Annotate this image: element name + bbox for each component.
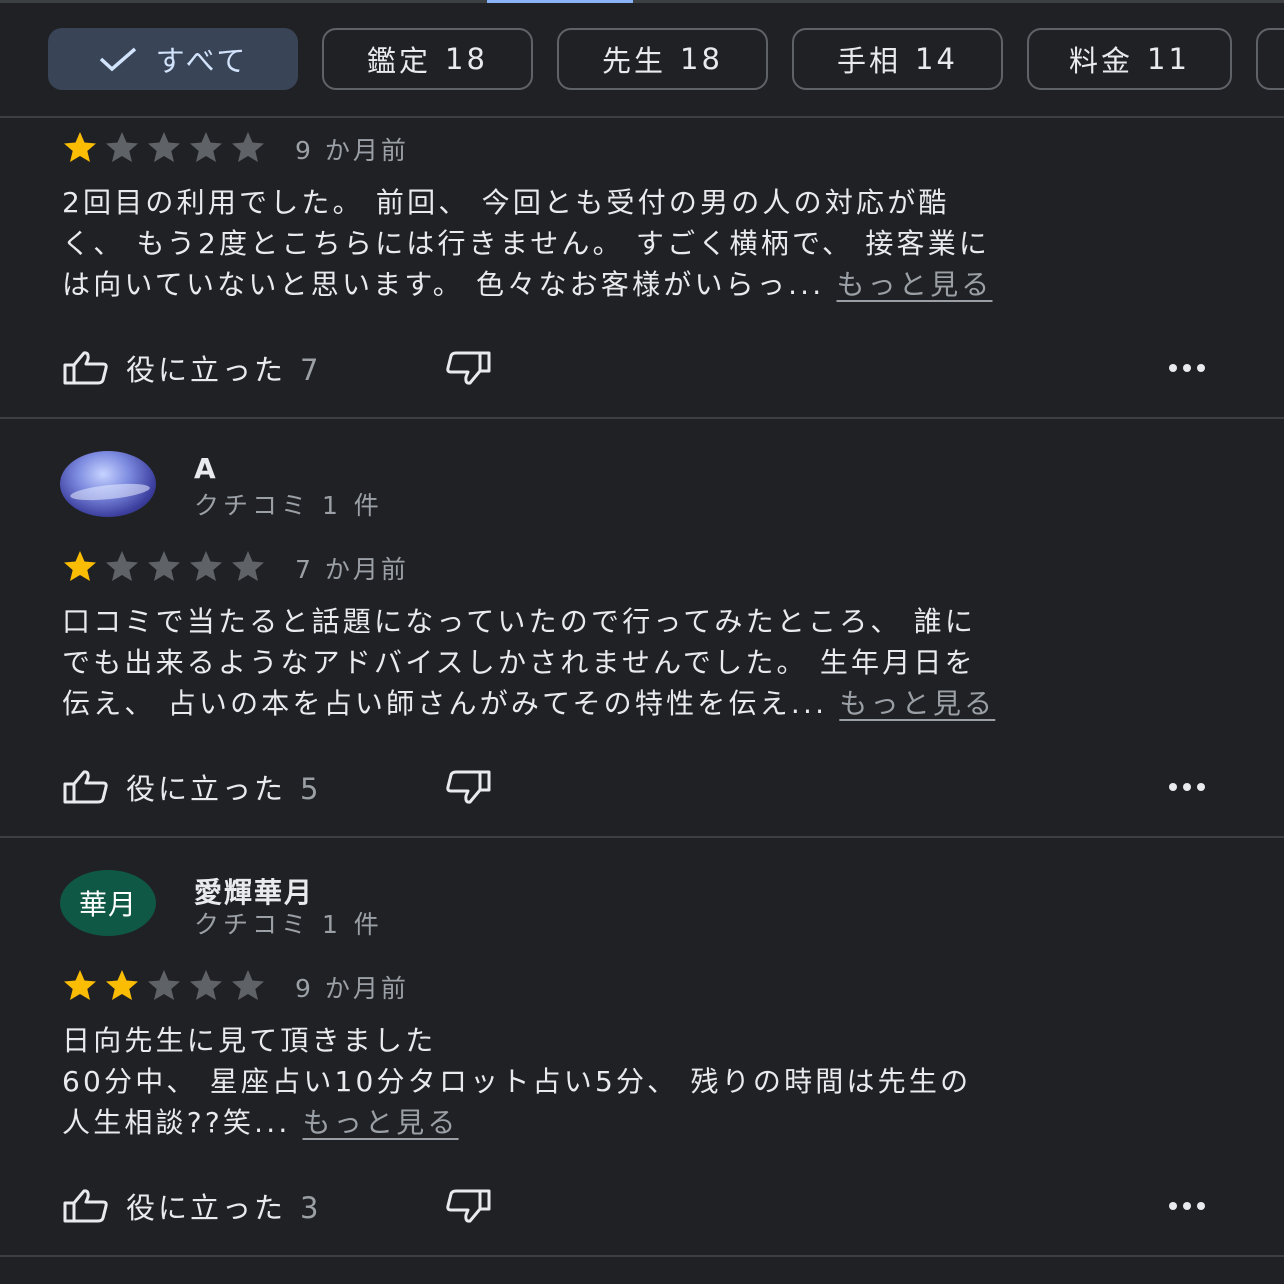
filter-chip-count: 18 (680, 42, 723, 76)
star-empty-icon (148, 970, 180, 1000)
review-text: 口コミで当たると話題になっていたので行ってみたところ、 誰に でも出来るようなア… (62, 601, 1222, 724)
helpful-button[interactable]: 役に立った 3 (62, 1184, 321, 1228)
thumbs-down-icon[interactable] (444, 350, 492, 386)
review-date: 9 か月前 (295, 136, 409, 165)
more-link[interactable]: もっと見る (839, 687, 995, 720)
filter-chip-count: 18 (445, 42, 488, 76)
filter-chip-count: 11 (1147, 42, 1190, 76)
review-text-line: 人生相談??笑... もっと見る (62, 1102, 1222, 1143)
helpful-button[interactable]: 役に立った 5 (62, 765, 321, 809)
review-text-last: は向いていないと思います。 色々なお客様がいらっ... (62, 268, 825, 301)
thumbs-down-icon[interactable] (444, 769, 492, 805)
review-text-line: 口コミで当たると話題になっていたので行ってみたところ、 誰に (62, 605, 977, 638)
star-empty-icon (190, 132, 222, 162)
helpful-label: 役に立った (126, 772, 287, 806)
star-empty-icon (232, 970, 264, 1000)
filter-chip-label: 鑑定 (367, 44, 432, 78)
helpful-count: 5 (300, 772, 322, 806)
star-filled-icon (64, 551, 96, 581)
filter-chip-tesou[interactable]: 手相 14 (792, 28, 1003, 90)
helpful-count: 3 (300, 1191, 322, 1225)
star-filled-icon (64, 970, 96, 1000)
check-icon (99, 47, 136, 72)
divider (0, 116, 1284, 118)
thumbs-up-icon (63, 1189, 108, 1223)
thumbs-down-icon[interactable] (444, 1188, 492, 1224)
filter-chip-kantei[interactable]: 鑑定 18 (322, 28, 533, 90)
review-text-line: でも出来るようなアドバイスしかされませんでした。 生年月日を (62, 646, 976, 679)
filter-chip-more[interactable] (1256, 28, 1284, 90)
star-rating (62, 968, 272, 1002)
thumbs-up-icon (63, 351, 108, 385)
star-empty-icon (190, 551, 222, 581)
review-text-line: は向いていないと思います。 色々なお客様がいらっ... もっと見る (62, 264, 1222, 305)
reviewer-meta: クチコミ 1 件 (194, 491, 383, 520)
review-text-line: 60分中、 星座占い10分タロット占い5分、 残りの時間は先生の (62, 1065, 972, 1098)
star-filled-icon (64, 132, 96, 162)
review-text-line: 伝え、 占いの本を占い師さんがみてその特性を伝え... もっと見る (62, 683, 1222, 724)
filter-chip-label: 手相 (837, 44, 902, 78)
star-empty-icon (232, 132, 264, 162)
review-text-line: 日向先生に見て頂きました (62, 1024, 437, 1057)
star-empty-icon (106, 132, 138, 162)
more-options-icon[interactable] (1168, 1194, 1208, 1218)
helpful-label: 役に立った (126, 353, 287, 387)
helpful-button[interactable]: 役に立った 7 (62, 346, 321, 390)
review-text-last: 人生相談??笑... (62, 1106, 291, 1139)
more-options-icon[interactable] (1168, 775, 1208, 799)
review-text-last: 伝え、 占いの本を占い師さんがみてその特性を伝え... (62, 687, 828, 720)
more-link[interactable]: もっと見る (303, 1106, 459, 1139)
filter-chip-count: 14 (915, 42, 958, 76)
helpful-count: 7 (300, 353, 322, 387)
top-scroll-line (0, 0, 1284, 3)
divider (0, 836, 1284, 838)
divider (0, 1255, 1284, 1257)
star-empty-icon (190, 970, 222, 1000)
filter-chip-label: 先生 (602, 44, 667, 78)
review-date: 9 か月前 (295, 974, 409, 1003)
filter-chip-row: すべて 鑑定 18 先生 18 手相 14 料金 11 (48, 28, 1284, 94)
filter-chip-label: すべて (155, 44, 249, 78)
star-empty-icon (232, 551, 264, 581)
thumbs-up-icon (63, 770, 108, 804)
review-text-line: く、 もう2度とこちらには行きません。 すごく横柄で、 接客業に (62, 227, 991, 260)
star-rating (62, 130, 272, 164)
filter-chip-ryoukin[interactable]: 料金 11 (1027, 28, 1232, 90)
filter-chip-sensei[interactable]: 先生 18 (557, 28, 768, 90)
more-options-icon[interactable] (1168, 356, 1208, 380)
reviewer-avatar[interactable]: 華月 (60, 870, 156, 936)
helpful-label: 役に立った (126, 1191, 287, 1225)
star-filled-icon (106, 970, 138, 1000)
review-date: 7 か月前 (295, 555, 409, 584)
star-empty-icon (148, 551, 180, 581)
star-empty-icon (148, 132, 180, 162)
review-text: 日向先生に見て頂きました 60分中、 星座占い10分タロット占い5分、 残りの時… (62, 1020, 1222, 1143)
more-link[interactable]: もっと見る (836, 268, 992, 301)
review-text-line: 2回目の利用でした。 前回、 今回とも受付の男の人の対応が酷 (62, 186, 950, 219)
tab-indicator (487, 0, 633, 3)
reviewer-avatar[interactable] (60, 451, 156, 517)
reviewer-meta: クチコミ 1 件 (194, 910, 383, 939)
divider (0, 417, 1284, 419)
star-rating (62, 549, 272, 583)
star-empty-icon (106, 551, 138, 581)
reviewer-name[interactable]: A (194, 452, 218, 485)
review-text: 2回目の利用でした。 前回、 今回とも受付の男の人の対応が酷 く、 もう2度とこ… (62, 182, 1222, 305)
filter-chip-label: 料金 (1069, 44, 1134, 78)
filter-chip-all[interactable]: すべて (48, 28, 298, 90)
